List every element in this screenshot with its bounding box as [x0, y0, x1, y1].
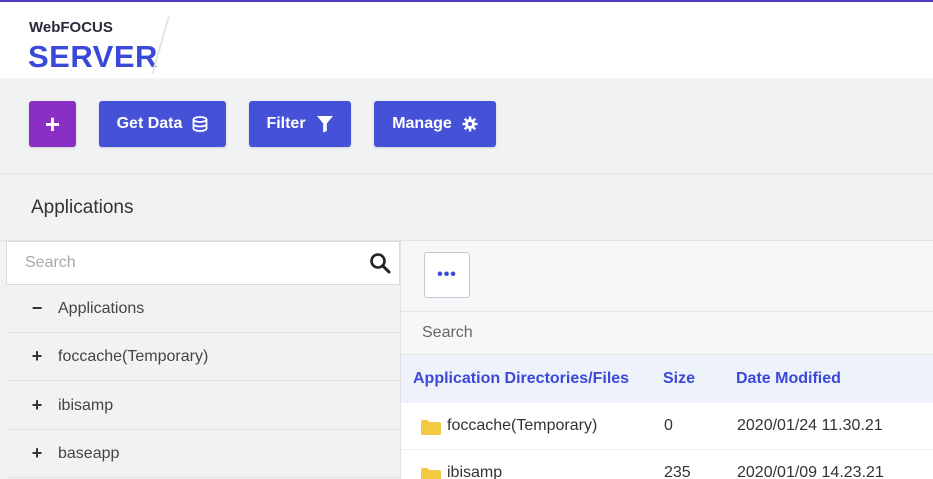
tree-item-label: baseapp — [58, 444, 120, 462]
folder-icon — [421, 468, 441, 479]
table-row[interactable]: foccache(Temporary) 0 2020/01/24 11.30.2… — [401, 403, 933, 450]
column-header-size[interactable]: Size — [663, 370, 695, 388]
file-name: ibisamp — [447, 464, 503, 479]
column-header-name[interactable]: Application Directories/Files — [413, 370, 629, 388]
tree-item-foccache[interactable]: + foccache(Temporary) — [6, 333, 400, 381]
file-size: 0 — [664, 417, 673, 434]
get-data-button[interactable]: Get Data — [99, 101, 226, 147]
app-header: WebFOCUS SERVER — [0, 2, 933, 78]
tree-item-label: ibisamp — [58, 396, 114, 414]
files-panel: ••• Application Directories/Files Size D… — [401, 241, 933, 479]
page-title: Applications — [31, 197, 134, 218]
file-size: 235 — [664, 464, 691, 479]
folder-icon — [421, 420, 441, 440]
brand-product: SERVER — [28, 39, 158, 74]
section-header: Applications — [0, 175, 933, 241]
table-row[interactable]: ibisamp 235 2020/01/09 14.23.21 — [401, 450, 933, 479]
files-search-input[interactable] — [401, 312, 933, 354]
get-data-label: Get Data — [116, 115, 183, 132]
more-options-button[interactable]: ••• — [424, 252, 470, 298]
add-label: + — [44, 108, 61, 139]
tree-search-box — [6, 241, 400, 285]
table-header: Application Directories/Files Size Date … — [401, 355, 933, 403]
filter-label: Filter — [266, 115, 306, 132]
tree-item-label: foccache(Temporary) — [58, 347, 209, 365]
search-icon[interactable] — [369, 252, 391, 279]
file-date: 2020/01/24 11.30.21 — [737, 417, 883, 434]
add-button[interactable]: + — [29, 101, 76, 147]
gear-icon — [462, 116, 478, 132]
tree-item-baseapp[interactable]: + baseapp — [6, 430, 400, 478]
applications-tree-panel: − Applications + foccache(Temporary) + i… — [6, 241, 401, 479]
tree-search-input[interactable] — [7, 242, 357, 284]
expand-icon[interactable]: + — [28, 346, 46, 367]
tree-item-ibisamp[interactable]: + ibisamp — [6, 382, 400, 430]
file-name: foccache(Temporary) — [447, 417, 598, 434]
expand-icon[interactable]: + — [28, 395, 46, 416]
file-date: 2020/01/09 14.23.21 — [737, 464, 884, 479]
brand-name: WebFOCUS — [29, 19, 113, 36]
manage-label: Manage — [392, 115, 452, 132]
expand-icon[interactable]: + — [28, 443, 46, 464]
filter-icon — [316, 115, 334, 133]
toolbar: + Get Data Filter Manage — [0, 78, 933, 174]
tree-item-applications[interactable]: − Applications — [6, 285, 400, 333]
files-search-bar — [401, 311, 933, 355]
manage-button[interactable]: Manage — [374, 101, 496, 147]
collapse-icon[interactable]: − — [28, 298, 46, 319]
column-header-date[interactable]: Date Modified — [736, 370, 841, 388]
database-icon — [192, 116, 208, 132]
filter-button[interactable]: Filter — [249, 101, 351, 147]
tree-item-label: Applications — [58, 299, 145, 317]
